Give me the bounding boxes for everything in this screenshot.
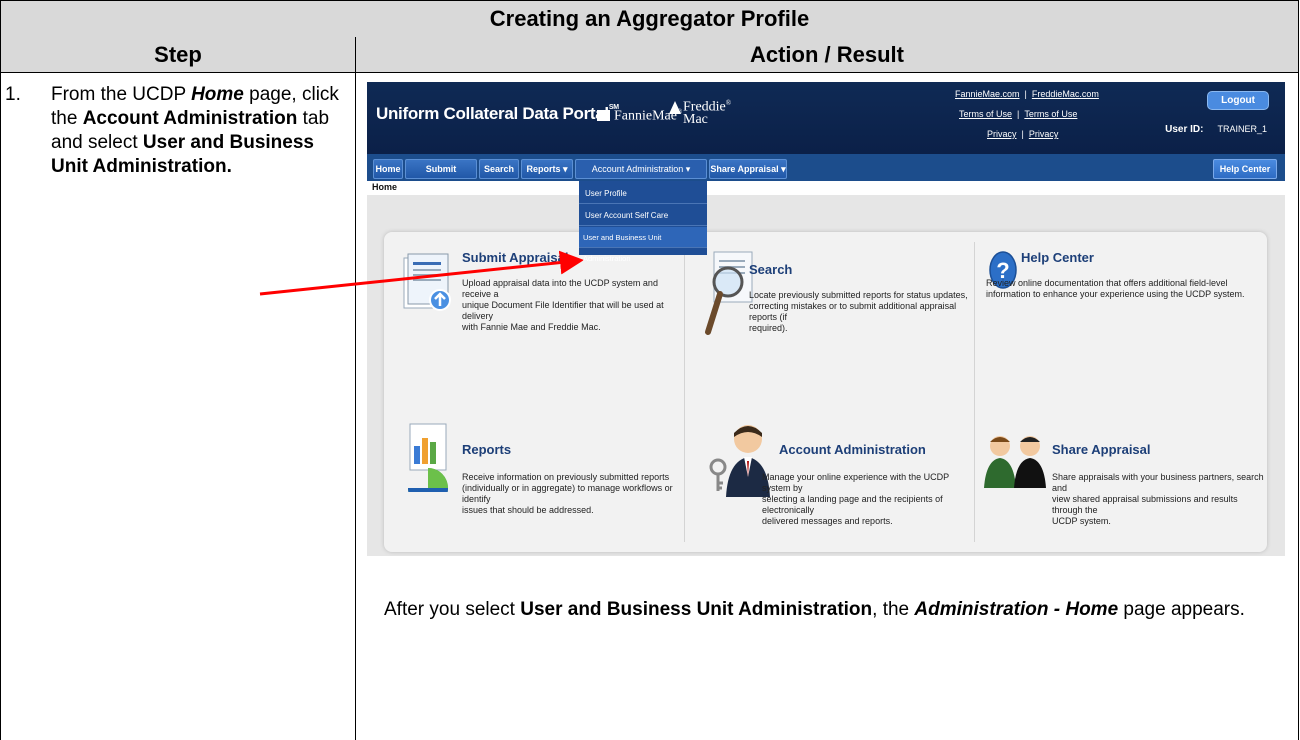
user-id-label: User ID: [1165, 124, 1204, 135]
fannie-privacy-link[interactable]: Privacy [987, 129, 1017, 139]
tile-desc-line: with Fannie Mae and Freddie Mac. [462, 322, 601, 332]
link-separator: | [1017, 109, 1020, 119]
fannie-mae-logo-text: FannieMae [614, 108, 677, 124]
result-text-part: page appears. [1118, 599, 1245, 620]
step-number: 1. [5, 84, 21, 105]
tile-desc-line: selecting a landing page and the recipie… [762, 494, 943, 515]
tab-share-appraisal-label: Share Appraisal [710, 164, 779, 174]
column-header-row: Step Action / Result [0, 37, 1299, 73]
tab-home[interactable]: Home [373, 159, 403, 179]
menu-item-user-business-unit-admin[interactable]: User and Business Unit Administration [579, 227, 707, 263]
tile-desc-line: issues that should be addressed. [462, 505, 594, 515]
help-center-button[interactable]: Help Center [1213, 159, 1277, 179]
tile-desc-line: view shared appraisal submissions and re… [1052, 494, 1238, 515]
share-appraisal-tile-title[interactable]: Share Appraisal [1052, 442, 1151, 457]
fanniemae-com-link[interactable]: FannieMae.com [955, 89, 1020, 99]
user-id-value: TRAINER_1 [1217, 124, 1267, 134]
column-divider [355, 73, 356, 740]
reports-tile-desc: Receive information on previously submit… [462, 472, 682, 516]
tab-submit-appraisal[interactable]: Submit Appraisal [405, 159, 477, 192]
search-tile-title[interactable]: Search [749, 262, 792, 277]
tab-search[interactable]: Search [479, 159, 519, 179]
freddie-mac-reg-mark: ® [725, 99, 732, 107]
freddie-mac-logo: Freddie® Mac [669, 97, 732, 127]
submit-appraisal-tile-desc: Upload appraisal data into the UCDP syst… [462, 278, 682, 333]
reports-icon [408, 423, 448, 492]
help-center-tile-title[interactable]: Help Center [1021, 250, 1094, 265]
tab-account-administration-label: Account Administration [591, 164, 684, 174]
tile-desc-line: correcting mistakes or to submit additio… [749, 301, 957, 322]
tile-desc-line: Locate previously submitted reports for … [749, 290, 968, 300]
chevron-down-icon: ▾ [563, 164, 568, 174]
search-tile-desc: Locate previously submitted reports for … [749, 290, 969, 334]
tile-desc-line: Manage your online experience with the U… [762, 472, 949, 493]
freddiemac-com-link[interactable]: FreddieMac.com [1032, 89, 1099, 99]
account-administration-tile-desc: Manage your online experience with the U… [762, 472, 972, 527]
tile-desc-line: Receive information on previously submit… [462, 472, 670, 482]
tile-desc-line: delivered messages and reports. [762, 516, 893, 526]
main-nav: Home Submit Appraisal Search Reports ▾ A… [367, 154, 1285, 192]
fannie-mae-logo-icon [597, 109, 610, 121]
tab-reports[interactable]: Reports ▾ [521, 159, 573, 179]
breadcrumb: Home [367, 181, 1285, 195]
tile-desc-line: Share appraisals with your business part… [1052, 472, 1264, 493]
document-title: Creating an Aggregator Profile [0, 0, 1299, 38]
reports-tile-title[interactable]: Reports [462, 442, 511, 457]
tile-desc-line: Upload appraisal data into the UCDP syst… [462, 278, 658, 299]
share-appraisal-icon [984, 436, 1046, 488]
menu-item-user-profile[interactable]: User Profile [579, 183, 707, 204]
step-body: From the UCDP Home page, click the Accou… [51, 83, 343, 179]
account-administration-menu: User Profile User Account Self Care User… [579, 181, 707, 263]
tile-divider [974, 242, 975, 542]
column-header-action: Action / Result [749, 42, 904, 67]
step-period: . [226, 156, 232, 177]
share-appraisal-tile-desc: Share appraisals with your business part… [1052, 472, 1267, 527]
tile-desc-line: required). [749, 323, 788, 333]
tab-reports-label: Reports [526, 164, 561, 174]
tile-desc-line: Review online documentation that offers … [986, 278, 1228, 288]
submit-appraisal-icon [403, 253, 451, 311]
chevron-down-icon: ▾ [781, 164, 786, 174]
chevron-down-icon: ▾ [685, 164, 691, 174]
freddie-mac-logo-icon [669, 101, 681, 114]
ucdp-app-title-text: Uniform Collateral Data Portal [376, 104, 609, 123]
result-description: After you select User and Business Unit … [384, 598, 1264, 622]
column-header-step: Step [1, 37, 356, 72]
tile-desc-line: UCDP system. [1052, 516, 1111, 526]
tab-account-administration[interactable]: Account Administration ▾ [575, 159, 707, 179]
tab-share-appraisal[interactable]: Share Appraisal ▾ [709, 159, 787, 179]
link-separator: | [1024, 89, 1027, 99]
tile-desc-line: information to enhance your experience u… [986, 289, 1245, 299]
freddie-privacy-link[interactable]: Privacy [1029, 129, 1059, 139]
link-separator: | [1021, 129, 1024, 139]
menu-item-user-account-self-care[interactable]: User Account Self Care [579, 205, 707, 226]
breadcrumb-home[interactable]: Home [372, 182, 397, 192]
account-administration-tile-title[interactable]: Account Administration [779, 442, 926, 457]
fannie-terms-link[interactable]: Terms of Use [959, 109, 1012, 119]
logout-button[interactable]: Logout [1207, 91, 1269, 110]
step-text-part: From the UCDP [51, 84, 192, 105]
ucdp-screenshot: Uniform Collateral Data PortalSM FannieM… [367, 82, 1285, 556]
result-text-part: , the [872, 599, 915, 620]
tile-desc-line: (individually or in aggregate) to manage… [462, 483, 673, 504]
ucdp-app-title: Uniform Collateral Data PortalSM [376, 104, 619, 124]
home-tiles-panel: Submit Appraisal Upload appraisal data i… [384, 232, 1267, 552]
ucdp-header: Uniform Collateral Data PortalSM FannieM… [367, 82, 1285, 154]
result-admin-home-emphasis: Administration - Home [914, 599, 1119, 620]
help-center-tile-desc: Review online documentation that offers … [986, 278, 1266, 300]
step-account-admin-emphasis: Account Administration [82, 108, 298, 129]
step-home-emphasis: Home [191, 84, 244, 105]
tile-desc-line: unique Document File Identifier that wil… [462, 300, 664, 321]
result-user-bu-admin-emphasis: User and Business Unit Administration [520, 599, 873, 620]
freddie-terms-link[interactable]: Terms of Use [1024, 109, 1077, 119]
submit-appraisal-tile-title[interactable]: Submit Appraisal [462, 250, 568, 265]
user-id-display: User ID: TRAINER_1 [1165, 124, 1267, 135]
freddie-mac-logo-line2: Mac [683, 111, 708, 127]
tile-divider [684, 242, 685, 542]
result-text-part: After you select [384, 599, 521, 620]
